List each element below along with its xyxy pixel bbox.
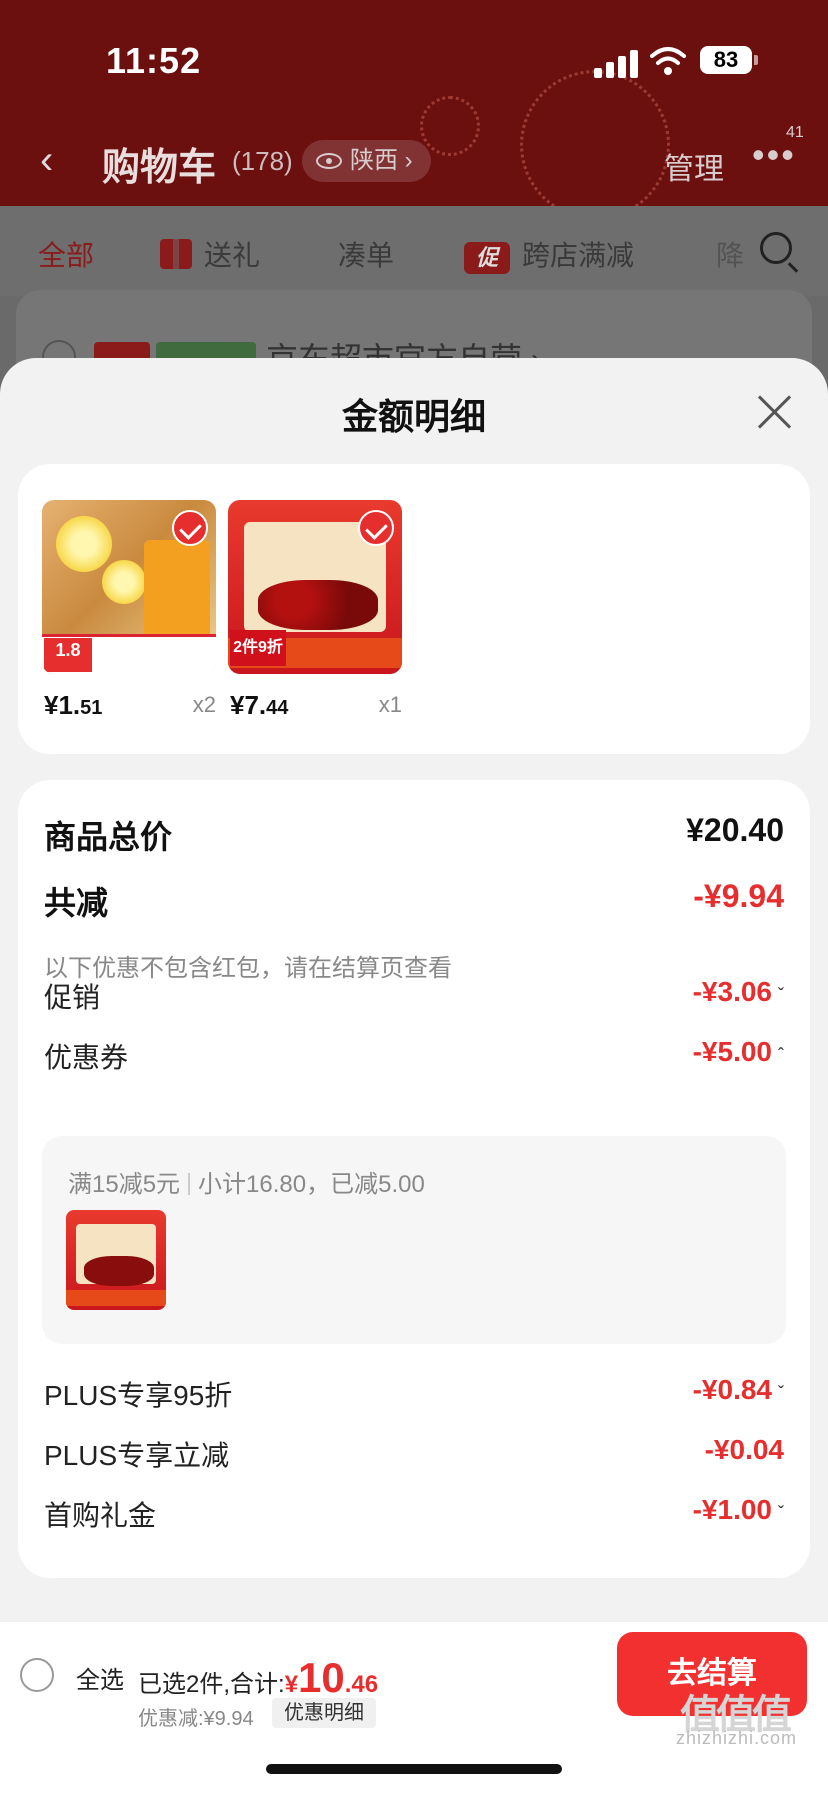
manage-button[interactable]: 管理	[664, 144, 724, 188]
coupon-info: 小计16.80，已减5.00	[198, 1171, 425, 1198]
first-gift-value-wrap: -¥1.00 ˇ	[693, 1494, 784, 1526]
currency-symbol: ¥	[284, 1671, 299, 1698]
selected-summary: 已选2件,合计:¥10.46	[138, 1654, 378, 1702]
checkout-bar: 全选 已选2件,合计:¥10.46 优惠减:¥9.94 优惠明细 去结算 值值值…	[0, 1622, 828, 1796]
product-price: ¥7.44	[230, 690, 288, 721]
chevron-down-icon: ˇ	[778, 985, 784, 1005]
status-time: 11:52	[106, 40, 202, 81]
plus-reduce-value: -¥0.04	[704, 1434, 784, 1465]
promotion-value: -¥3.06	[692, 976, 772, 1007]
price-int: ¥7.	[230, 690, 267, 720]
total-dec: .46	[344, 1671, 379, 1698]
product-quantity: x1	[378, 692, 402, 717]
promotion-value-wrap: -¥3.06 ˇ	[693, 976, 784, 1008]
product-thumbnail: 1.8	[42, 500, 216, 674]
tab-gift-label: 送礼	[204, 240, 261, 271]
select-all-radio[interactable]	[20, 1658, 54, 1692]
first-gift-label: 首购礼金	[44, 1500, 157, 1531]
total-reduction-value: -¥9.94	[693, 878, 784, 914]
coupon-detail-text: 满15减5元 小计16.80，已减5.00	[68, 1164, 425, 1199]
selected-count: 已选2件,合计:	[138, 1671, 285, 1698]
thumb-price-tag: 1.8	[44, 638, 92, 672]
product-quantity: x2	[192, 692, 216, 717]
plus95-label: PLUS专享95折	[44, 1380, 233, 1411]
first-gift-value: -¥1.00	[692, 1494, 772, 1525]
chevron-right-icon: ›	[404, 147, 413, 174]
cart-header: 11:52 83 ‹ 购物车 (178) 陕西 › 管理 ••• 41	[0, 0, 828, 206]
search-icon[interactable]	[760, 232, 792, 264]
cart-count: (178)	[232, 146, 293, 176]
page-title: 购物车	[102, 147, 217, 189]
gift-icon	[160, 239, 192, 269]
coupon-rule: 满15减5元	[68, 1171, 181, 1198]
plus-reduce-label: PLUS专享立减	[44, 1440, 230, 1471]
chevron-up-icon: ˆ	[778, 1045, 784, 1065]
tab-bundle[interactable]: 凑单	[338, 234, 394, 274]
watermark-text: zhizhizhi.com	[676, 1728, 798, 1748]
total-price-label: 商品总价	[44, 819, 173, 855]
eye-icon	[316, 153, 342, 169]
status-bar: 11:52 83	[0, 40, 828, 84]
chevron-down-icon: ˇ	[778, 1383, 784, 1403]
amount-detail-sheet: 金额明细 1.8 ¥1.51 x2 2件9折 ¥7.44 x1 商品总价 ¥20…	[0, 358, 828, 1796]
total-amount: ¥10.46	[284, 1654, 379, 1701]
price-dec: 44	[266, 697, 289, 719]
tab-cross-store-label: 跨店满减	[522, 240, 635, 271]
price-dec: 51	[80, 697, 103, 719]
divider	[188, 1173, 191, 1195]
total-price-value: ¥20.40	[686, 812, 784, 848]
product-price: ¥1.51	[44, 690, 102, 721]
price-detail-card: 商品总价 ¥20.40 共减 -¥9.94 以下优惠不包含红包，请在结算页查看 …	[18, 780, 810, 1578]
promo-badge: 促	[464, 242, 510, 274]
battery-icon: 83	[700, 46, 758, 74]
location-selector[interactable]: 陕西 ›	[302, 140, 431, 182]
product-item[interactable]: 1.8 ¥1.51 x2	[42, 500, 216, 720]
plus95-value: -¥0.84	[692, 1374, 772, 1405]
product-thumbnail: 2件9折	[228, 500, 402, 674]
price-int: ¥1.	[44, 690, 81, 720]
total-reduction-label: 共减	[44, 885, 109, 921]
promotion-label: 促销	[44, 982, 101, 1013]
tab-more[interactable]: 降	[716, 234, 744, 274]
filter-tabs: 全部 送礼 凑单 促跨店满减 降	[0, 206, 828, 296]
message-badge: 41	[786, 124, 804, 141]
select-all-label[interactable]: 全选	[76, 1660, 124, 1695]
back-arrow-icon[interactable]: ‹	[40, 138, 53, 183]
close-icon[interactable]	[754, 392, 794, 432]
home-indicator[interactable]	[266, 1764, 562, 1774]
coupon-value: -¥5.00	[692, 1036, 772, 1067]
coupon-product-thumbnail[interactable]	[66, 1210, 166, 1310]
wifi-icon	[650, 47, 686, 75]
navbar: ‹ 购物车 (178) 陕西 › 管理 ••• 41	[0, 124, 828, 190]
discount-note: 以下优惠不包含红包，请在结算页查看	[44, 955, 452, 982]
check-icon	[358, 510, 394, 546]
plus95-value-wrap: -¥0.84 ˇ	[693, 1374, 784, 1406]
chevron-down-icon: ˇ	[778, 1503, 784, 1523]
product-item[interactable]: 2件9折 ¥7.44 x1	[228, 500, 402, 720]
discount-detail-button[interactable]: 优惠明细	[272, 1698, 376, 1728]
signal-icon	[594, 50, 638, 78]
thumb-deal-tag: 2件9折	[230, 630, 286, 666]
product-list-card: 1.8 ¥1.51 x2 2件9折 ¥7.44 x1	[18, 464, 810, 754]
coupon-label: 优惠券	[44, 1042, 129, 1073]
tab-gift[interactable]: 送礼	[160, 234, 260, 274]
total-int: 10	[298, 1654, 345, 1701]
saved-amount: 优惠减:¥9.94	[138, 1708, 254, 1730]
sheet-title: 金额明细	[341, 396, 486, 437]
coupon-detail-box: 满15减5元 小计16.80，已减5.00	[42, 1136, 786, 1344]
check-icon	[172, 510, 208, 546]
tab-cross-store[interactable]: 促跨店满减	[464, 234, 634, 274]
coupon-value-wrap: -¥5.00 ˆ	[693, 1036, 784, 1068]
tab-all[interactable]: 全部	[38, 234, 94, 274]
location-label: 陕西	[350, 147, 398, 174]
